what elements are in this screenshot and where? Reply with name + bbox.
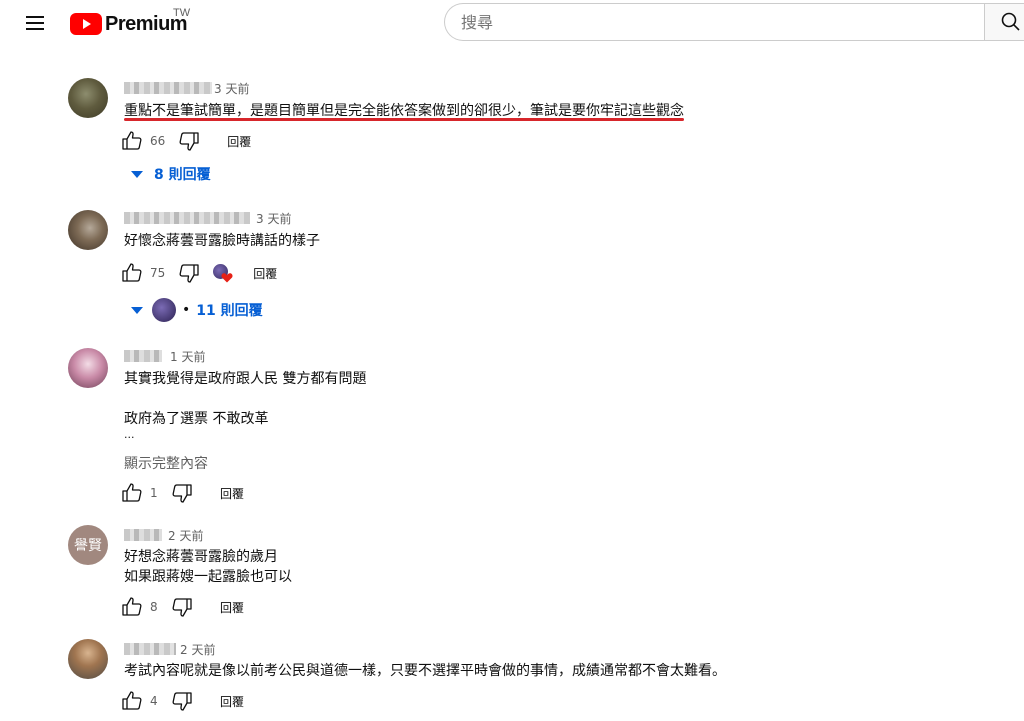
reply-button[interactable]: 回覆: [220, 599, 244, 616]
comment-thread: 2 天前 考試內容呢就是像以前考公民與道德一樣，只要不選擇平時會做的事情，成績通…: [0, 639, 1024, 721]
avatar[interactable]: [68, 348, 108, 388]
thumbs-up-icon[interactable]: [120, 689, 144, 713]
thumbs-up-icon[interactable]: [120, 129, 144, 153]
thumbs-down-icon[interactable]: [177, 261, 201, 285]
logo-country-code: TW: [173, 7, 191, 19]
comment-time[interactable]: 2 天前: [168, 527, 203, 544]
search-box: [444, 3, 984, 41]
comment-text-ellipsis: ...: [124, 428, 135, 441]
search-button[interactable]: [984, 3, 1024, 41]
search-input[interactable]: [459, 12, 963, 33]
comment-time[interactable]: 3 天前: [214, 80, 249, 97]
heart-icon: [221, 273, 233, 283]
comment-thread: 3 天前 好懷念蔣蕓哥露臉時講話的樣子 75 回覆 • 11 則回覆: [0, 210, 1024, 330]
author-name-blurred[interactable]: [124, 350, 162, 362]
comment-text: 考試內容呢就是像以前考公民與道德一樣，只要不選擇平時會做的事情，成績通常都不會太…: [124, 663, 726, 679]
comment-time[interactable]: 3 天前: [256, 210, 291, 227]
show-more-button[interactable]: 顯示完整內容: [124, 453, 208, 473]
reply-button[interactable]: 回覆: [220, 693, 244, 710]
search-icon: [1001, 12, 1020, 31]
avatar[interactable]: [68, 210, 108, 250]
reply-button[interactable]: 回覆: [253, 265, 277, 282]
youtube-premium-logo[interactable]: Premium: [70, 12, 188, 36]
comment-thread: 3 天前 重點不是筆試簡單，是題目簡單但是完全能依答案做到的卻很少，筆試是要你牢…: [0, 78, 1024, 190]
caret-down-icon: [131, 171, 143, 178]
comment-actions: 66 回覆: [120, 129, 251, 153]
comment-meta: 2 天前: [124, 527, 203, 543]
avatar[interactable]: [68, 78, 108, 118]
comment-text-line: 如果跟蔣嫂一起露臉也可以: [124, 569, 292, 585]
thumbs-up-icon[interactable]: [120, 595, 144, 619]
author-name-blurred[interactable]: [124, 212, 250, 224]
replies-count: 11 則回覆: [196, 303, 263, 319]
comment-text-line: 其實我覺得是政府跟人民 雙方都有問題: [124, 371, 367, 387]
comment-text-line: 好想念蔣蕓哥露臉的歲月: [124, 549, 278, 565]
caret-down-icon: [131, 307, 143, 314]
red-underline-annotation: [124, 118, 684, 121]
comment-text-line: 政府為了選票 不敢改革: [124, 411, 269, 427]
menu-icon[interactable]: [22, 10, 48, 36]
comment-time[interactable]: 1 天前: [170, 348, 205, 365]
thumbs-up-icon[interactable]: [120, 481, 144, 505]
like-count: 1: [150, 486, 158, 500]
avatar[interactable]: [68, 639, 108, 679]
comment-thread: 1 天前 其實我覺得是政府跟人民 雙方都有問題 政府為了選票 不敢改革 ... …: [0, 348, 1024, 508]
like-count: 66: [150, 134, 166, 148]
creator-avatar: [152, 298, 176, 322]
top-bar: Premium TW: [0, 0, 1024, 48]
comment-text: 好懷念蔣蕓哥露臉時講話的樣子: [124, 233, 320, 249]
comment-actions: 8 回覆: [120, 595, 244, 619]
thumbs-down-icon[interactable]: [177, 129, 201, 153]
view-replies-button[interactable]: • 11 則回覆: [130, 298, 263, 322]
comment-time[interactable]: 2 天前: [180, 641, 215, 658]
comment-actions: 4 回覆: [120, 689, 244, 713]
author-name-blurred[interactable]: [124, 529, 162, 541]
youtube-logo-icon: [70, 13, 102, 35]
view-replies-button[interactable]: 8 則回覆: [130, 162, 211, 186]
comment-meta: 3 天前: [124, 80, 249, 96]
like-count: 8: [150, 600, 158, 614]
comment-meta: 1 天前: [124, 348, 205, 364]
comment-thread: 譽賢 2 天前 好想念蔣蕓哥露臉的歲月 如果跟蔣嫂一起露臉也可以 8 回覆: [0, 525, 1024, 627]
reply-button[interactable]: 回覆: [227, 133, 251, 150]
thumbs-down-icon[interactable]: [170, 689, 194, 713]
author-name-blurred[interactable]: [124, 643, 176, 655]
creator-heart: [211, 263, 233, 283]
reply-button[interactable]: 回覆: [220, 485, 244, 502]
comment-meta: 3 天前: [124, 210, 291, 226]
avatar-initials: 譽賢: [74, 538, 102, 554]
avatar[interactable]: 譽賢: [68, 525, 108, 565]
comment-actions: 1 回覆: [120, 481, 244, 505]
replies-count: 8 則回覆: [154, 167, 211, 183]
thumbs-up-icon[interactable]: [120, 261, 144, 285]
like-count: 75: [150, 266, 166, 280]
author-name-blurred[interactable]: [124, 82, 212, 94]
like-count: 4: [150, 694, 158, 708]
comment-meta: 2 天前: [124, 641, 215, 657]
thumbs-down-icon[interactable]: [170, 595, 194, 619]
replies-separator: •: [182, 302, 191, 318]
thumbs-down-icon[interactable]: [170, 481, 194, 505]
comment-actions: 75 回覆: [120, 261, 277, 285]
